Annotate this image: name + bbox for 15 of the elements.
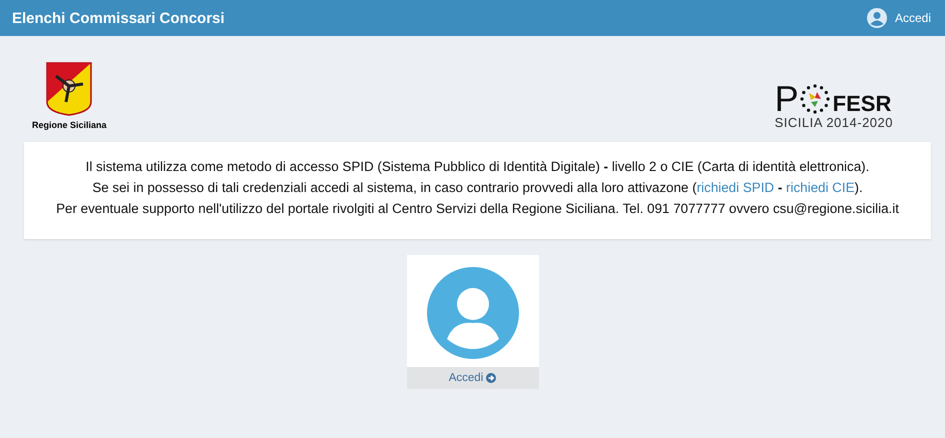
logo-brand: FESR (832, 93, 892, 115)
star-ring-icon (798, 83, 831, 115)
arrow-right-icon (486, 373, 496, 383)
request-link[interactable]: richiedi CIE (786, 180, 854, 195)
logo-letter: P (774, 83, 799, 115)
app-title: Elenchi Commissari Concorsi (12, 10, 225, 26)
info-text: Il sistema utilizza come metodo di accesso SPID (Sistema Pubblico di Identità Digitale) - livello 2 o CIE (Carta di identità elettronica). Se sei in possesso di tali credenziali accedi al sistema, in caso contrario provvedi alla loro attivazone (richiedi SPID - richiedi CIE). Per eventuale supporto nell'utilizzo del portale rivolgiti al Centro Servizi della Regione Siciliana. Tel. 091 7077777 ovvero csu@regione.sicilia.it (55, 158, 900, 218)
avatar-icon (426, 267, 518, 359)
login-link[interactable]: Accedi (866, 8, 931, 28)
user-icon (866, 8, 887, 28)
login-button[interactable]: Accedi (406, 367, 538, 389)
request-link[interactable]: richiedi SPID (696, 180, 774, 195)
coat-of-arms-icon (46, 62, 92, 116)
logo-caption: Regione Siciliana (32, 120, 107, 130)
logo-caption: SICILIA 2014-2020 (774, 115, 893, 130)
